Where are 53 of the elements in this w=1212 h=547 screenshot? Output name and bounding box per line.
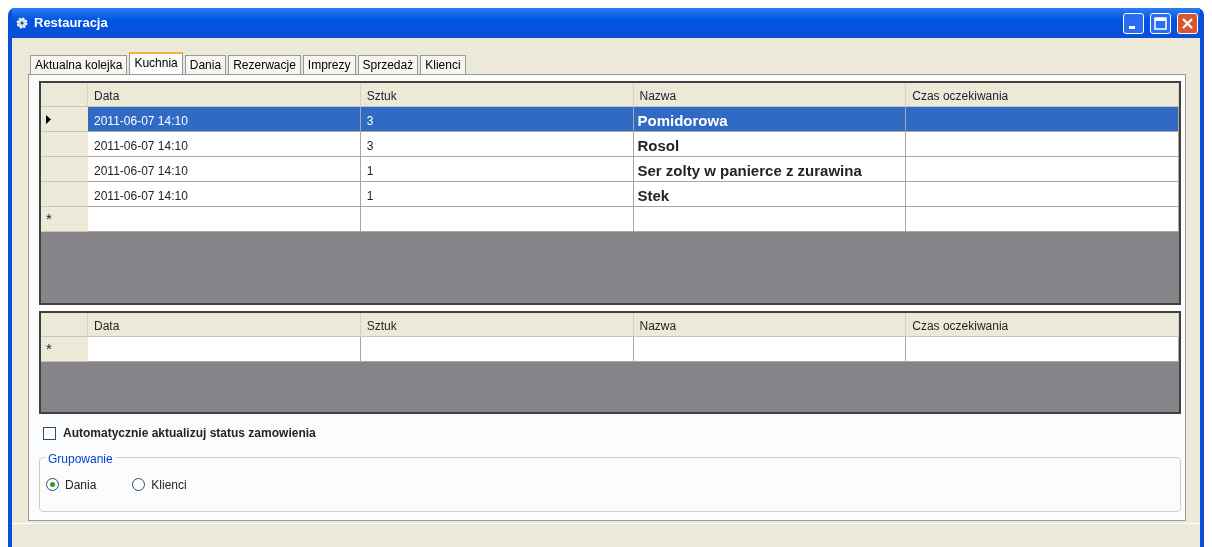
minimize-icon <box>1128 25 1135 29</box>
row-header[interactable]: * <box>41 207 88 232</box>
tab[interactable]: Klienci <box>420 55 466 74</box>
minimize-button[interactable] <box>1123 12 1144 34</box>
tab[interactable]: Dania <box>184 55 227 74</box>
table-row[interactable]: 2011-06-07 14:10 3 Rosol <box>41 132 1179 157</box>
column-header: Data <box>88 313 361 337</box>
table-cell: 3 <box>360 107 634 132</box>
row-header[interactable]: * <box>41 337 88 362</box>
header-corner <box>41 313 88 337</box>
table-cell: Ser zolty w panierce z zurawina <box>633 157 907 182</box>
table-cell: Stek <box>633 182 907 207</box>
table-cell: 2011-06-07 14:10 <box>88 157 361 182</box>
table-row[interactable]: 2011-06-07 14:10 1 Stek <box>41 182 1179 207</box>
new-row-marker: * <box>46 208 52 229</box>
radio-button[interactable] <box>46 478 59 491</box>
column-header: Data <box>88 83 361 107</box>
tab[interactable]: Aktualna kolejka <box>30 55 128 74</box>
column-header: Czas oczekiwania <box>906 313 1179 337</box>
row-header[interactable] <box>41 107 88 132</box>
tab[interactable]: Kuchnia <box>129 52 183 74</box>
new-row-marker: * <box>46 338 52 359</box>
radio-label: Klienci <box>151 476 187 494</box>
close-icon <box>1181 16 1194 30</box>
table-cell: 2011-06-07 14:10 <box>88 182 361 207</box>
tab[interactable]: Rezerwacje <box>228 55 301 74</box>
column-header: Sztuk <box>360 83 634 107</box>
row-pointer-icon <box>46 114 51 124</box>
column-header: Nazwa <box>633 313 907 337</box>
tab[interactable]: Imprezy <box>302 55 356 74</box>
table-cell: 3 <box>360 132 634 157</box>
table-cell: 1 <box>360 157 634 182</box>
tab[interactable]: Sprzedaż <box>357 55 419 74</box>
table-row[interactable]: 2011-06-07 14:10 1 Ser zolty w panierce z zurawina <box>41 157 1179 182</box>
column-header: Sztuk <box>360 313 634 337</box>
close-button[interactable] <box>1177 12 1198 34</box>
table-row[interactable]: 2011-06-07 14:10 3 Pomidorowa <box>41 107 1179 132</box>
checkbox[interactable] <box>43 426 56 440</box>
column-header: Nazwa <box>633 83 907 107</box>
maximize-button[interactable] <box>1150 12 1171 34</box>
radio-button[interactable] <box>132 478 146 491</box>
table-cell: 2011-06-07 14:10 <box>88 132 361 157</box>
column-header: Czas oczekiwania <box>906 83 1179 107</box>
checkbox-label: Automatycznie aktualizuj status zamowienia <box>63 425 316 442</box>
maximize-icon <box>1154 16 1167 30</box>
table-cell: 1 <box>360 182 634 207</box>
gear-icon <box>16 17 28 29</box>
window-title: Restauracja <box>34 14 108 33</box>
radio-label: Dania <box>65 476 97 494</box>
table-cell: Rosol <box>633 132 907 157</box>
header-corner <box>41 83 88 107</box>
table-cell: Pomidorowa <box>633 107 907 132</box>
table-cell: 2011-06-07 14:10 <box>88 107 361 132</box>
